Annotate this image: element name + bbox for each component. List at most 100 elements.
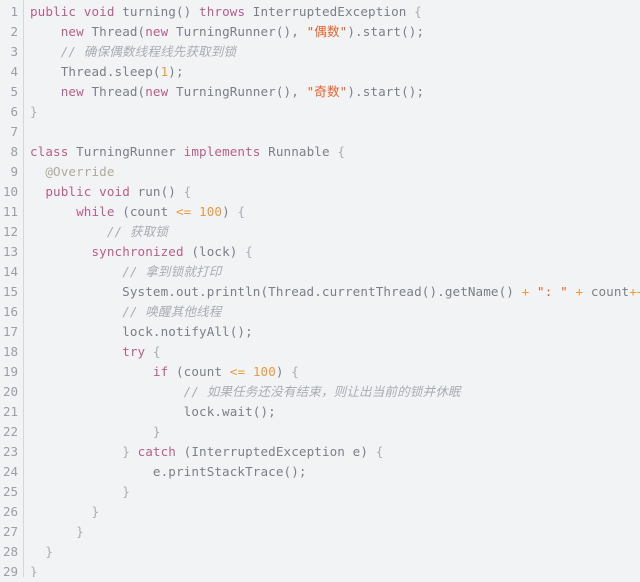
line-number: 2 [10,24,18,39]
code-token-kw: throws [199,4,246,19]
line-number: 15 [2,284,18,299]
code-line[interactable]: // 如果任务还没有结束，则让出当前的锁并休眠 [30,382,640,402]
code-line[interactable]: // 拿到锁就打印 [30,262,640,282]
code-token-plain: InterruptedException [245,4,415,19]
code-token-kw: class [30,144,69,159]
code-token-plain: TurningRunner(), [168,24,307,39]
line-number: 25 [2,484,18,499]
code-token-punct: { [152,344,161,359]
code-token-plain: Thread.sleep( [30,64,161,79]
code-line[interactable]: class TurningRunner implements Runnable … [30,142,640,162]
code-line[interactable]: } [30,422,640,442]
code-line[interactable]: synchronized (lock) { [30,242,640,262]
code-line[interactable]: Thread.sleep(1); [30,62,640,82]
code-token-plain: ).start(); [347,84,425,99]
code-line[interactable]: } catch (InterruptedException e) { [30,442,640,462]
code-token-plain: TurningRunner(), [168,84,307,99]
code-content-area[interactable]: public void turning() throws Interrupted… [24,0,640,577]
code-line[interactable]: } [30,542,640,562]
code-token-punct: } [76,524,84,539]
code-token-kw: void [99,184,130,199]
code-line[interactable]: if (count <= 100) { [30,362,640,382]
code-token-punct: } [122,444,130,459]
code-token-plain: turning() [114,4,200,19]
code-token-plain: ) [222,204,238,219]
code-line[interactable] [30,122,640,142]
code-token-anno: @Override [45,164,115,179]
code-token-plain: ).start(); [347,24,425,39]
code-token-punct: { [245,244,253,259]
code-token-plain: Runnable [260,144,338,159]
code-token-punct: } [122,484,130,499]
code-token-punct: { [337,144,345,159]
line-number: 4 [10,64,18,79]
line-number: 13 [2,244,18,259]
code-token-plain: lock.notifyAll(); [30,324,253,339]
line-number: 19 [2,364,18,379]
code-line[interactable]: } [30,562,640,577]
code-token-kw: new [145,84,169,99]
code-token-plain: ); [168,64,184,79]
code-line[interactable]: } [30,522,640,542]
code-token-num: 100 [252,364,276,379]
code-line[interactable]: public void turning() throws Interrupted… [30,2,640,22]
code-token-punct: } [30,564,38,577]
code-line[interactable]: } [30,102,640,122]
code-token-kw: implements [183,144,261,159]
code-line[interactable]: while (count <= 100) { [30,202,640,222]
code-token-plain: Thread( [83,84,146,99]
code-token-comment: // 获取锁 [106,224,168,239]
code-token-str: "偶数" [306,24,348,39]
code-token-kw: new [60,24,84,39]
line-number: 14 [2,264,18,279]
code-token-plain: (InterruptedException e) [175,444,376,459]
line-number: 27 [2,524,18,539]
code-token-plain: lock.wait(); [30,404,276,419]
code-line[interactable]: } [30,502,640,522]
code-token-kw: new [145,24,169,39]
line-number: 5 [10,84,18,99]
line-number: 6 [10,104,18,119]
code-line[interactable]: @Override [30,162,640,182]
line-number: 26 [2,504,18,519]
code-token-comment: // 如果任务还没有结束，则让出当前的锁并休眠 [183,384,461,399]
code-token-punct: } [30,104,38,119]
code-line[interactable]: e.printStackTrace(); [30,462,640,482]
code-line[interactable]: // 唤醒其他线程 [30,302,640,322]
code-line[interactable]: // 确保偶数线程线先获取到锁 [30,42,640,62]
code-line[interactable]: try { [30,342,640,362]
code-line[interactable]: System.out.println(Thread.currentThread(… [30,282,640,302]
code-line[interactable]: lock.notifyAll(); [30,322,640,342]
code-token-plain: ) [275,364,292,379]
code-token-punct: } [91,504,100,519]
code-line[interactable]: new Thread(new TurningRunner(), "偶数").st… [30,22,640,42]
code-line[interactable]: } [30,482,640,502]
line-number: 21 [2,404,18,419]
code-line[interactable]: public void run() { [30,182,640,202]
code-line[interactable]: new Thread(new TurningRunner(), "奇数").st… [30,82,640,102]
line-number: 8 [10,144,18,159]
line-number: 9 [10,164,18,179]
line-number: 1 [10,4,18,19]
code-token-punct: { [291,364,299,379]
code-line[interactable]: lock.wait(); [30,402,640,422]
code-line[interactable]: // 获取锁 [30,222,640,242]
line-number: 24 [2,464,18,479]
code-token-op: ++ [629,284,640,299]
line-number: 11 [2,204,18,219]
